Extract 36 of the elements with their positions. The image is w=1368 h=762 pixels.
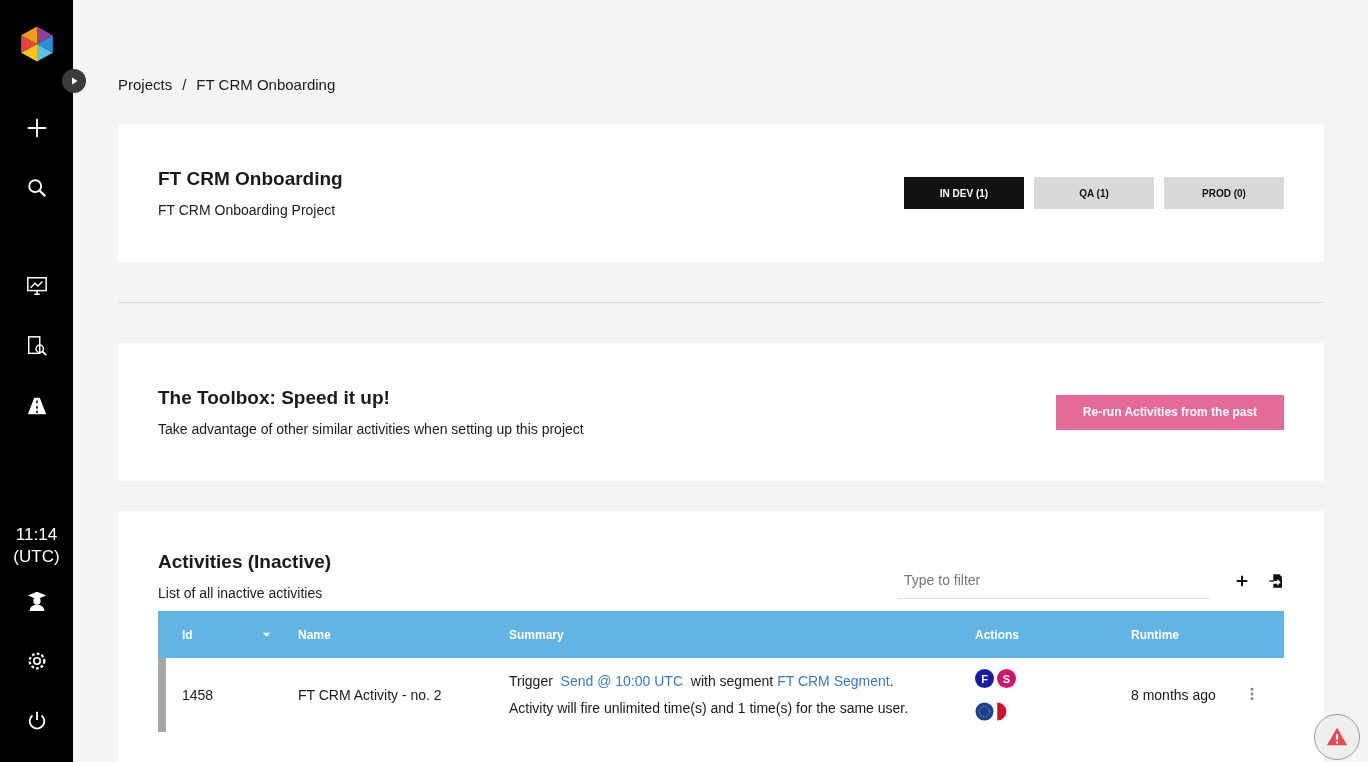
environment-tab[interactable]: QA (1) <box>1034 177 1154 209</box>
table-cell: 8 months ago <box>1131 687 1216 703</box>
table-cell: 1458 <box>182 687 214 703</box>
summary-text: Activity will fire unlimited time(s) and 1 time(s) for the same user. <box>509 699 910 718</box>
breadcrumb-separator: / <box>182 76 187 93</box>
road-icon[interactable] <box>25 395 48 417</box>
activities-title: Activities (Inactive) <box>158 551 332 573</box>
environment-tab[interactable]: PROD (0) <box>1164 177 1284 209</box>
project-description: FT CRM Onboarding Project <box>158 202 337 218</box>
rerun-button[interactable]: Re-run Activities from the past <box>1056 394 1284 430</box>
clock-zone: (UTC) <box>13 546 60 568</box>
file-import-icon[interactable] <box>1268 572 1284 589</box>
alert-button[interactable] <box>1314 714 1360 760</box>
eu-flag-icon <box>975 702 994 721</box>
activities-description: List of all inactive activities <box>158 585 324 601</box>
graduate-icon[interactable] <box>25 590 48 612</box>
project-title: FT CRM Onboarding <box>158 168 343 190</box>
plus-icon[interactable] <box>25 117 48 139</box>
action-badge: F <box>975 669 994 688</box>
action-badge: S <box>997 669 1016 688</box>
summary-text: Trigger Send @ 10:00 UTC with segment FT CRM Segment. <box>509 672 895 691</box>
monitor-chart-icon[interactable] <box>25 275 48 297</box>
clock-time: 11:14 <box>14 524 59 546</box>
search-icon[interactable] <box>25 177 48 199</box>
table-cell: FT CRM Activity - no. 2 <box>298 687 442 703</box>
toolbox-description: Take advantage of other similar activities when setting up this project <box>158 421 584 437</box>
breadcrumb-item[interactable]: Projects <box>118 76 173 93</box>
breadcrumb-item: FT CRM Onboarding <box>196 76 336 93</box>
half-flag-icon <box>997 702 1007 721</box>
warning-icon[interactable] <box>1326 726 1348 748</box>
report-search-icon[interactable] <box>25 335 48 357</box>
segment-link[interactable]: FT CRM Segment <box>777 673 890 689</box>
toolbox-title: The Toolbox: Speed it up! <box>158 387 391 409</box>
trigger-link[interactable]: Send @ 10:00 UTC <box>560 673 683 689</box>
environment-tab[interactable]: IN DEV (1) <box>904 177 1024 209</box>
expand-button[interactable] <box>62 69 86 93</box>
